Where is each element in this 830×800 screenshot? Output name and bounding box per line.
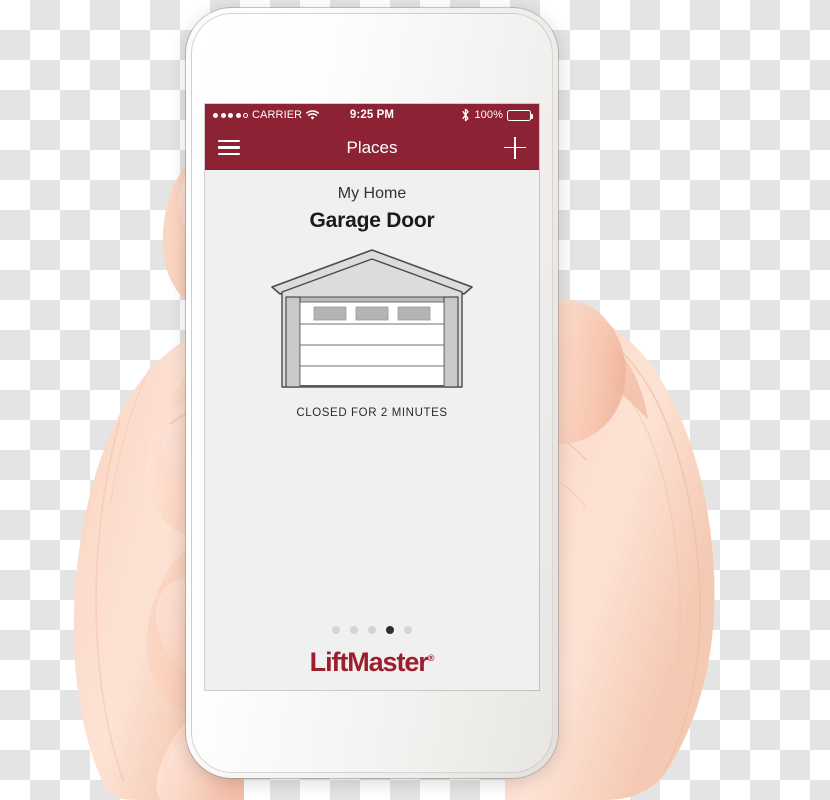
bluetooth-icon xyxy=(462,108,470,122)
hand-thumb xyxy=(552,299,626,444)
page-dot[interactable] xyxy=(350,626,358,634)
battery-percent-label: 100% xyxy=(474,109,503,121)
place-name-label: My Home xyxy=(337,185,407,202)
page-title: Places xyxy=(346,137,398,157)
page-dot[interactable] xyxy=(404,626,412,634)
main-content: My Home Garage Door CLOSED FOR 2 MINUTES… xyxy=(205,170,539,690)
status-bar: CARRIER 9:25 PM 100% xyxy=(205,104,539,126)
device-name-label: Garage Door xyxy=(309,209,435,232)
battery-full-icon xyxy=(507,109,533,121)
status-bar-right: 100% xyxy=(461,108,533,122)
page-dot[interactable] xyxy=(332,626,340,634)
brand-name-text: LiftMaster xyxy=(309,647,429,677)
cellular-signal-icon xyxy=(213,112,248,118)
garage-door-closed-icon[interactable] xyxy=(266,247,478,390)
screen-footer: LiftMaster® xyxy=(205,626,539,678)
hamburger-menu-icon[interactable] xyxy=(218,139,240,156)
phone-screen: CARRIER 9:25 PM 100% Places My Home Gara… xyxy=(205,104,539,690)
navigation-bar: Places xyxy=(205,126,539,170)
carrier-label: CARRIER xyxy=(252,109,303,121)
page-indicator-dots xyxy=(332,626,412,634)
door-status-label: CLOSED FOR 2 MINUTES xyxy=(296,407,448,419)
liftmaster-logo: LiftMaster® xyxy=(310,647,435,678)
page-dot[interactable] xyxy=(368,626,376,634)
smartphone-device: CARRIER 9:25 PM 100% Places My Home Gara… xyxy=(186,8,558,778)
plus-icon[interactable] xyxy=(504,136,526,159)
wifi-icon xyxy=(306,109,320,120)
page-dot-active[interactable] xyxy=(386,626,394,634)
status-bar-left: CARRIER xyxy=(213,109,320,121)
registered-trademark-symbol: ® xyxy=(427,653,435,663)
